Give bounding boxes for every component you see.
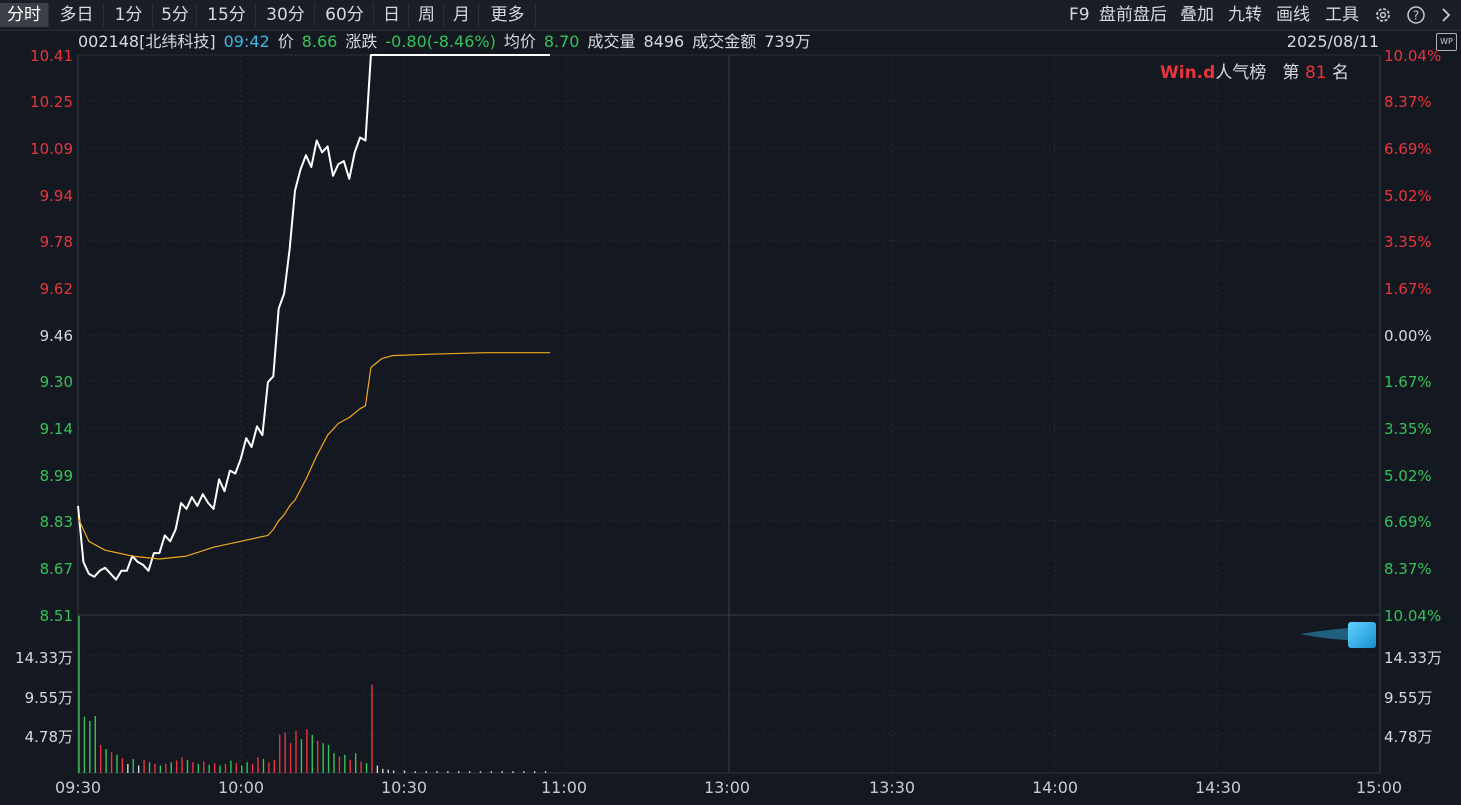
intraday-chart[interactable] <box>0 0 1461 805</box>
pct-tick: 1.67% <box>1384 280 1432 298</box>
volume-tick: 4.78万 <box>1384 728 1433 746</box>
pct-tick: 5.02% <box>1384 187 1432 205</box>
time-tick: 09:30 <box>54 778 102 797</box>
volume-tick: 4.78万 <box>24 728 73 746</box>
rank-number: 81 <box>1304 63 1327 83</box>
time-tick: 10:00 <box>217 778 265 797</box>
volume-tick: 14.33万 <box>1384 649 1442 667</box>
time-tick: 10:30 <box>380 778 428 797</box>
time-tick: 13:00 <box>703 778 751 797</box>
chart-grid <box>77 54 1381 774</box>
pct-tick: 3.35% <box>1384 420 1432 438</box>
price-tick: 9.30 <box>39 373 73 391</box>
time-tick: 14:00 <box>1031 778 1079 797</box>
price-tick: 8.51 <box>39 607 73 625</box>
price-tick: 10.09 <box>30 140 73 158</box>
assistant-widget-icon[interactable] <box>1348 622 1376 648</box>
pct-tick: 3.35% <box>1384 233 1432 251</box>
rank-prefix: 第 <box>1282 63 1300 83</box>
pct-tick: 1.67% <box>1384 373 1432 391</box>
price-tick: 9.62 <box>39 280 73 298</box>
time-tick: 14:30 <box>1194 778 1242 797</box>
price-tick: 9.78 <box>39 233 73 251</box>
volume-tick: 9.55万 <box>24 689 73 707</box>
avg-price-line <box>77 352 550 560</box>
price-tick: 9.46 <box>39 327 73 345</box>
time-tick: 15:00 <box>1355 778 1403 797</box>
wind-logo: Win.d <box>1160 63 1216 83</box>
pct-tick: 8.37% <box>1384 560 1432 578</box>
chip-swoosh <box>1300 628 1348 640</box>
volume-bars <box>78 615 547 773</box>
pct-tick: 5.02% <box>1384 467 1432 485</box>
popularity-rank[interactable]: Win.d人气榜 第 81 名 <box>1160 58 1349 83</box>
price-tick: 10.41 <box>30 47 73 65</box>
price-line <box>77 54 550 581</box>
price-lines <box>77 54 550 581</box>
time-tick: 11:00 <box>540 778 588 797</box>
pct-tick: 0.00% <box>1384 327 1432 345</box>
rank-suffix: 名 <box>1331 63 1349 83</box>
price-tick: 9.14 <box>39 420 73 438</box>
price-tick: 10.25 <box>30 93 73 111</box>
time-tick: 13:30 <box>868 778 916 797</box>
pct-tick: 6.69% <box>1384 140 1432 158</box>
pct-tick: 6.69% <box>1384 513 1432 531</box>
rank-list-name: 人气榜 <box>1215 63 1267 83</box>
pct-tick: 8.37% <box>1384 93 1432 111</box>
volume-tick: 14.33万 <box>15 649 73 667</box>
price-tick: 9.94 <box>39 187 73 205</box>
pct-tick: 10.04% <box>1384 607 1442 625</box>
price-tick: 8.99 <box>39 467 73 485</box>
price-tick: 8.67 <box>39 560 73 578</box>
volume-tick: 9.55万 <box>1384 689 1433 707</box>
price-tick: 8.83 <box>39 513 73 531</box>
pct-tick: 10.04% <box>1384 47 1442 65</box>
